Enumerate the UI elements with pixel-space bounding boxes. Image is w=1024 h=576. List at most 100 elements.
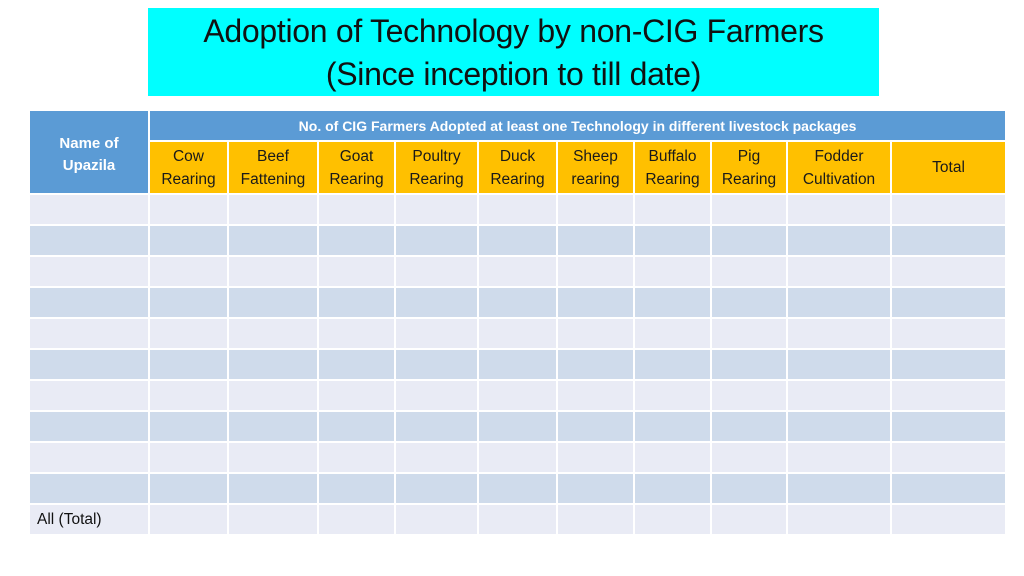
table-cell xyxy=(633,379,712,412)
table-cell xyxy=(786,317,892,350)
adoption-table: Name of Upazila No. of CIG Farmers Adopt… xyxy=(28,109,1008,536)
upazila-cell xyxy=(28,286,150,319)
table-cell xyxy=(889,441,1008,474)
table-cell xyxy=(227,286,319,319)
table-cell xyxy=(394,224,479,257)
header-total: Total xyxy=(889,140,1008,195)
table-cell xyxy=(394,472,479,505)
table-cell xyxy=(556,286,635,319)
header-fodder-cultivation: Fodder Cultivation xyxy=(786,140,892,195)
header-pig-rearing: Pig Rearing xyxy=(710,140,788,195)
table-cell xyxy=(633,472,712,505)
header-text: Rearing xyxy=(721,170,777,188)
table-cell xyxy=(889,224,1008,257)
table-cell xyxy=(477,224,558,257)
table-cell xyxy=(889,410,1008,443)
table-cell xyxy=(227,472,319,505)
table-cell xyxy=(710,317,788,350)
table-cell xyxy=(227,410,319,443)
table-cell xyxy=(227,224,319,257)
table-cell xyxy=(227,317,319,350)
header-text: Pig xyxy=(737,147,761,165)
header-text: Goat xyxy=(339,147,374,165)
slide-title: Adoption of Technology by non-CIG Farmer… xyxy=(148,8,879,96)
header-duck-rearing: Duck Rearing xyxy=(477,140,558,195)
table-cell xyxy=(889,317,1008,350)
table-cell xyxy=(786,441,892,474)
table-cell xyxy=(889,286,1008,319)
table-row xyxy=(28,410,1008,443)
header-goat-rearing: Goat Rearing xyxy=(317,140,396,195)
table-body: All (Total) xyxy=(28,193,1008,536)
table-cell xyxy=(317,193,396,226)
table-cell xyxy=(889,379,1008,412)
table-cell xyxy=(477,379,558,412)
table-cell xyxy=(556,503,635,536)
table-cell xyxy=(227,348,319,381)
table-cell xyxy=(148,193,229,226)
table-cell xyxy=(148,348,229,381)
table-cell xyxy=(394,286,479,319)
table-cell xyxy=(477,255,558,288)
table-cell xyxy=(556,255,635,288)
header-text: Rearing xyxy=(409,170,464,188)
table-cell xyxy=(317,441,396,474)
table-cell xyxy=(633,317,712,350)
table-cell xyxy=(556,441,635,474)
table-row xyxy=(28,286,1008,319)
upazila-cell xyxy=(28,193,150,226)
table-cell xyxy=(477,503,558,536)
header-text: Cultivation xyxy=(802,170,876,188)
table-cell xyxy=(394,379,479,412)
table-cell xyxy=(786,472,892,505)
table-cell xyxy=(477,348,558,381)
table-cell xyxy=(633,348,712,381)
table-cell xyxy=(556,193,635,226)
upazila-cell xyxy=(28,472,150,505)
header-text: Rearing xyxy=(645,170,700,188)
table-cell xyxy=(477,441,558,474)
table-cell xyxy=(227,441,319,474)
table-cell xyxy=(317,348,396,381)
table-row xyxy=(28,193,1008,226)
header-text: Duck xyxy=(499,147,536,165)
table-cell xyxy=(889,472,1008,505)
package-header-row: Cow Rearing Beef Fattening Goat Rearing Pou… xyxy=(29,140,1008,195)
table-cell xyxy=(710,286,788,319)
table-cell xyxy=(710,503,788,536)
table-row xyxy=(28,348,1008,381)
table-cell xyxy=(477,193,558,226)
table-cell xyxy=(477,410,558,443)
table-cell xyxy=(556,224,635,257)
table-cell xyxy=(786,410,892,443)
header-poultry-rearing: Poultry Rearing xyxy=(394,140,479,195)
table-cell xyxy=(710,193,788,226)
table-cell xyxy=(317,410,396,443)
table-cell xyxy=(317,224,396,257)
table-cell xyxy=(394,410,479,443)
table-cell xyxy=(148,503,229,536)
upazila-cell xyxy=(28,410,150,443)
table-cell xyxy=(633,193,712,226)
table-cell xyxy=(710,348,788,381)
upazila-cell xyxy=(28,224,150,257)
table-cell xyxy=(317,255,396,288)
table-cell xyxy=(556,348,635,381)
table-cell xyxy=(889,503,1008,536)
table-cell xyxy=(477,472,558,505)
table-cell xyxy=(317,317,396,350)
table-cell xyxy=(227,255,319,288)
table-cell xyxy=(227,379,319,412)
upazila-cell xyxy=(28,348,150,381)
table-cell xyxy=(148,472,229,505)
table-row xyxy=(28,255,1008,288)
header-text: Fodder xyxy=(814,147,864,165)
header-text: Rearing xyxy=(329,170,384,188)
header-text: Cow xyxy=(172,147,204,165)
upazila-cell xyxy=(28,441,150,474)
table-cell xyxy=(786,379,892,412)
header-buffalo-rearing: Buffalo Rearing xyxy=(633,140,712,195)
table-cell xyxy=(556,410,635,443)
header-text: Rearing xyxy=(490,170,545,188)
header-group: No. of CIG Farmers Adopted at least one … xyxy=(147,109,1008,142)
